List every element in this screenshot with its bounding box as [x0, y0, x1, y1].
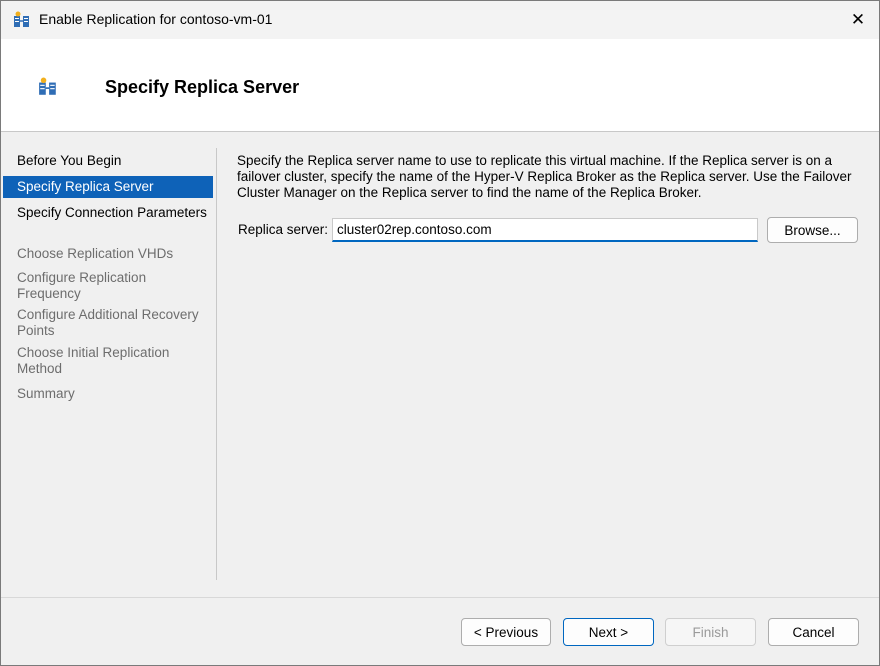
step-choose-initial-replication-method: Choose Initial Replication Method [17, 345, 170, 376]
step-configure-additional-recovery-points: Configure Additional Recovery Points [17, 307, 199, 338]
next-button[interactable]: Next > [563, 618, 654, 646]
step-choose-replication-vhds: Choose Replication VHDs [17, 246, 174, 261]
hyper-v-replica-icon [13, 11, 31, 29]
cancel-button[interactable]: Cancel [768, 618, 859, 646]
sidebar-divider [216, 148, 217, 580]
footer-divider [1, 597, 879, 598]
finish-button: Finish [665, 618, 756, 646]
wizard-steps-nav: Before You Begin Specify Replica Server … [1, 132, 216, 582]
step-configure-replication-frequency: Configure Replication Frequency [17, 270, 147, 301]
step-specify-replica-server[interactable]: Specify Replica Server [3, 176, 213, 198]
previous-button[interactable]: < Previous [461, 618, 551, 646]
page-description: Specify the Replica server name to use t… [237, 153, 852, 200]
step-specify-connection-parameters[interactable]: Specify Connection Parameters [3, 205, 213, 221]
replica-server-label: Replica server: [238, 222, 329, 237]
close-icon[interactable]: ✕ [841, 5, 875, 35]
step-before-you-begin[interactable]: Before You Begin [3, 153, 213, 169]
step-summary: Summary [17, 386, 75, 401]
title-bar: Enable Replication for contoso-vm-01 ✕ [1, 1, 879, 39]
browse-button[interactable]: Browse... [767, 217, 858, 243]
main-content: Specify the Replica server name to use t… [237, 153, 857, 201]
wizard-window: Enable Replication for contoso-vm-01 ✕ S… [0, 0, 880, 666]
replica-server-input[interactable] [332, 218, 758, 242]
hyper-v-replica-icon [38, 77, 58, 97]
page-title: Specify Replica Server [105, 77, 300, 97]
page-header: Specify Replica Server [1, 39, 879, 132]
window-title: Enable Replication for contoso-vm-01 [39, 11, 273, 27]
